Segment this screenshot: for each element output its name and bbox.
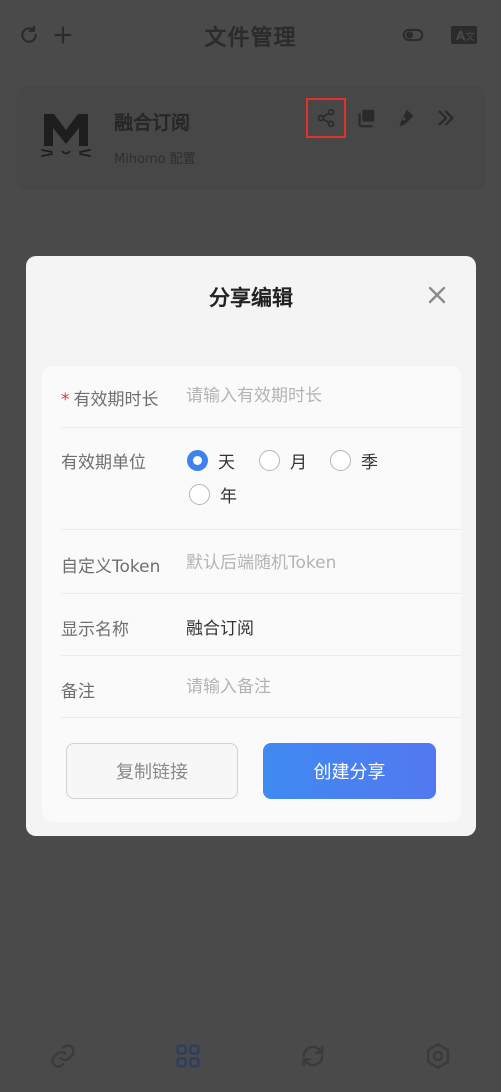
link-icon[interactable] [47, 1040, 79, 1072]
radio-month[interactable]: 月 [259, 448, 307, 473]
token-input[interactable] [186, 551, 456, 575]
radio-quarter[interactable]: 季 [330, 448, 378, 473]
form-row-display-name: 显示名称 [61, 594, 461, 656]
translate-icon[interactable]: A文 [450, 24, 478, 46]
mihomo-logo [40, 108, 92, 160]
radio-circle [259, 449, 280, 471]
radio-year[interactable]: 年 [189, 482, 237, 507]
form-row-token: 自定义Token [61, 530, 461, 594]
more-chevron-icon[interactable] [426, 98, 466, 138]
radio-circle [189, 483, 210, 505]
remark-input[interactable] [186, 675, 456, 699]
sync-icon[interactable] [297, 1040, 329, 1072]
form-row-unit: 有效期单位 天 月 季 年 [61, 428, 461, 530]
settings-icon[interactable] [422, 1040, 454, 1072]
duration-label: * 有效期时长 [61, 390, 159, 410]
profile-card[interactable]: 融合订阅 Mihomo 配置 [16, 86, 485, 190]
radio-day[interactable]: 天 [187, 448, 235, 473]
display-name-label: 显示名称 [61, 620, 129, 640]
close-icon[interactable] [424, 282, 450, 308]
duration-input[interactable] [186, 384, 456, 408]
required-mark: * [61, 390, 70, 410]
form-row-duration: * 有效期时长 [61, 366, 461, 428]
profile-name: 融合订阅 [114, 112, 191, 134]
token-label: 自定义Token [61, 557, 161, 577]
top-bar: 文件管理 A文 [0, 0, 501, 70]
edit-pen-icon[interactable] [385, 98, 425, 138]
dialog-title: 分享编辑 [209, 286, 293, 310]
share-edit-dialog: 分享编辑 *有效期时长 有效期单位 天 月 季 [26, 256, 476, 836]
display-name-input[interactable] [186, 614, 456, 638]
share-form: *有效期时长 有效期单位 天 月 季 年 [42, 366, 461, 822]
bottom-nav [0, 1030, 501, 1082]
share-icon[interactable] [306, 98, 346, 138]
form-row-remark: 备注 [61, 656, 461, 718]
toggle-icon[interactable] [402, 24, 424, 46]
copy-link-button[interactable]: 复制链接 [66, 743, 238, 799]
profile-subtitle: Mihomo 配置 [114, 152, 196, 167]
copy-icon[interactable] [346, 98, 386, 138]
page-title: 文件管理 [204, 26, 297, 51]
grid-icon[interactable] [172, 1040, 204, 1072]
create-share-button[interactable]: 创建分享 [263, 743, 436, 799]
unit-label: 有效期单位 [61, 453, 146, 473]
remark-label: 备注 [61, 682, 95, 702]
svg-text:文: 文 [465, 30, 475, 43]
radio-circle [330, 449, 351, 471]
radio-circle [187, 449, 208, 471]
